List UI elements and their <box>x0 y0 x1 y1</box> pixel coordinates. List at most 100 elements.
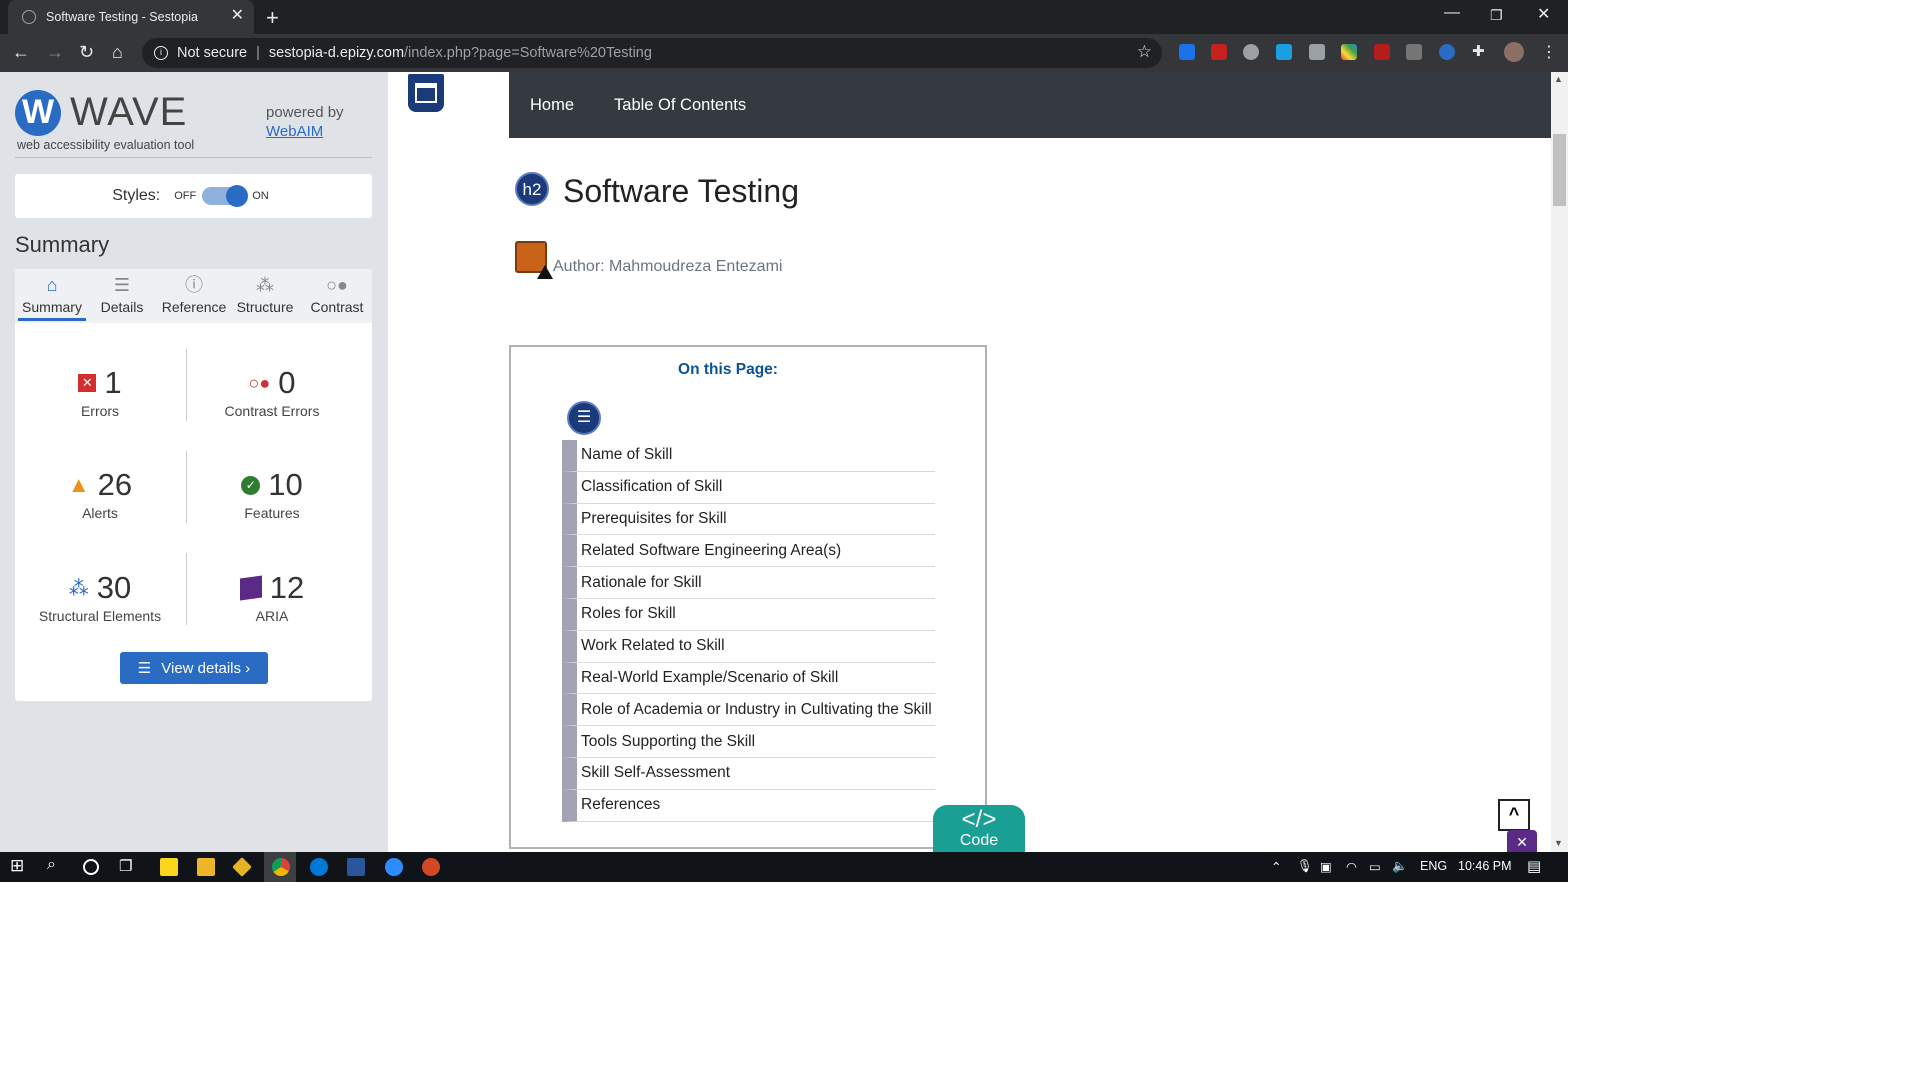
color-extension-icon[interactable] <box>1341 44 1357 60</box>
tab-label: Details <box>100 299 144 315</box>
close-badge-icon[interactable]: ✕ <box>1507 830 1537 852</box>
search-icon[interactable]: ⌕ <box>47 856 65 874</box>
tab-structure[interactable]: ⁂ Structure <box>233 269 297 321</box>
toc-list: Name of Skill Classification of Skill Pr… <box>562 440 935 822</box>
window-extension-icon[interactable] <box>1276 44 1292 60</box>
scroll-down-icon[interactable]: ▼ <box>1554 838 1563 848</box>
close-window-icon[interactable]: ✕ <box>1537 4 1550 24</box>
toc-item[interactable]: Role of Academia or Industry in Cultivat… <box>562 694 935 727</box>
tab-reference[interactable]: ⓘ Reference <box>158 269 230 321</box>
aria-label: ARIA <box>255 608 289 624</box>
close-tab-icon[interactable]: ✕ <box>231 8 244 24</box>
toc-item[interactable]: References <box>562 789 935 822</box>
volume-icon[interactable]: 🔈 <box>1392 859 1408 874</box>
notifications-icon[interactable]: ▤ <box>1527 857 1541 875</box>
browser-tab[interactable]: Software Testing - Sestopia ✕ <box>8 0 254 34</box>
structure-icon: ⁂ <box>68 577 89 600</box>
toc-item[interactable]: Skill Self-Assessment <box>562 757 935 790</box>
windows-start-icon[interactable]: ⊞ <box>10 856 28 875</box>
menu-icon[interactable]: ⋮ <box>1541 43 1557 63</box>
toc-item[interactable]: Real-World Example/Scenario of Skill <box>562 662 935 695</box>
zoom-icon[interactable] <box>385 858 403 876</box>
reload-icon[interactable]: ↻ <box>79 42 94 62</box>
styles-label: Styles: <box>112 187 161 204</box>
nav-home-link[interactable]: Home <box>530 96 574 115</box>
new-tab-button[interactable]: + <box>266 5 279 31</box>
translate-extension-icon[interactable] <box>1406 44 1422 60</box>
features-count: 10 <box>268 467 303 502</box>
aria-stat[interactable]: 12 ARIA <box>187 570 357 624</box>
tab-label: Contrast <box>310 299 364 315</box>
contrast-errors-count: 0 <box>278 365 296 400</box>
tab-details[interactable]: ☰ Details <box>91 269 153 321</box>
sticky-notes-icon[interactable] <box>160 858 178 876</box>
toc-item[interactable]: Classification of Skill <box>562 471 935 504</box>
home-icon[interactable]: ⌂ <box>112 42 123 62</box>
word-icon[interactable] <box>347 858 365 876</box>
features-stat[interactable]: ✓ 10 Features <box>187 467 357 521</box>
bookmark-star-icon[interactable]: ☆ <box>1137 42 1152 62</box>
toc-item[interactable]: Rationale for Skill <box>562 567 935 599</box>
page-scrollbar[interactable]: ▲ ▼ <box>1551 72 1568 852</box>
divider <box>15 157 372 158</box>
task-view-icon[interactable]: ❐ <box>119 857 137 875</box>
forward-icon[interactable]: → <box>46 42 64 62</box>
tab-summary[interactable]: ⌂ Summary <box>18 269 86 321</box>
styles-toggle[interactable] <box>202 185 249 207</box>
scroll-up-icon[interactable]: ▲ <box>1554 74 1563 84</box>
info-icon[interactable]: i <box>154 46 168 60</box>
edge-icon[interactable] <box>310 858 328 876</box>
tray-chevron-icon[interactable]: ⌃ <box>1271 859 1281 874</box>
list-badge-icon[interactable]: ☰ <box>567 401 601 435</box>
toc-item[interactable]: Roles for Skill <box>562 598 935 631</box>
scroll-top-button[interactable]: ^ <box>1498 799 1530 831</box>
adblock-icon[interactable] <box>1211 44 1227 60</box>
pdf-extension-icon[interactable] <box>1374 44 1390 60</box>
toc-item[interactable]: Prerequisites for Skill <box>562 503 935 536</box>
alert-paragraph-icon[interactable] <box>515 241 553 279</box>
extension-icon[interactable] <box>1179 44 1195 60</box>
file-explorer-icon[interactable] <box>197 858 215 876</box>
back-icon[interactable]: ← <box>12 42 30 62</box>
powerpoint-icon[interactable] <box>422 858 440 876</box>
errors-stat[interactable]: ✕ 1 Errors <box>15 365 185 419</box>
cortana-icon[interactable] <box>83 859 99 875</box>
tab-contrast[interactable]: ○● Contrast <box>305 269 369 321</box>
wifi-icon[interactable]: ◠ <box>1346 859 1357 874</box>
toc-item[interactable]: Tools Supporting the Skill <box>562 726 935 758</box>
profile-avatar[interactable] <box>1504 42 1524 62</box>
clock-time[interactable]: 10:46 PM <box>1458 859 1512 873</box>
view-details-button[interactable]: ☰ View details › <box>120 652 268 684</box>
tab-title: Software Testing - Sestopia <box>46 10 198 24</box>
h2-badge-icon[interactable]: h2 <box>515 172 549 206</box>
contrast-errors-stat[interactable]: ○● 0 Contrast Errors <box>187 365 357 419</box>
battery-icon[interactable]: ▭ <box>1369 859 1381 874</box>
toc-item[interactable]: Related Software Engineering Area(s) <box>562 535 935 568</box>
html-element-icon[interactable] <box>408 74 444 112</box>
camera-extension-icon[interactable] <box>1309 44 1325 60</box>
minimize-icon[interactable]: — <box>1444 4 1460 22</box>
structural-label: Structural Elements <box>38 608 162 624</box>
nav-toc-link[interactable]: Table Of Contents <box>614 96 746 115</box>
toc-item[interactable]: Name of Skill <box>562 440 935 472</box>
contrast-error-icon: ○● <box>248 372 271 393</box>
chrome-icon[interactable] <box>272 858 290 876</box>
app-icon[interactable] <box>232 857 252 877</box>
errors-label: Errors <box>80 403 120 419</box>
author-text: Author: Mahmoudreza Entezami <box>553 258 783 275</box>
puzzle-icon[interactable]: ✚ <box>1472 42 1488 60</box>
scroll-thumb[interactable] <box>1553 134 1566 206</box>
toc-item[interactable]: Work Related to Skill <box>562 630 935 663</box>
wave-extension-icon[interactable] <box>1439 44 1455 60</box>
tray-app-icon[interactable]: ▣ <box>1320 859 1332 874</box>
webaim-link[interactable]: WebAIM <box>266 123 323 140</box>
omnibox[interactable]: i Not secure | sestopia-d.epizy.com/inde… <box>142 38 1162 68</box>
restore-icon[interactable]: ❐ <box>1490 7 1503 24</box>
microphone-icon[interactable]: 🎙 <box>1297 859 1313 874</box>
alerts-stat[interactable]: ▲ 26 Alerts <box>15 467 185 521</box>
bulb-extension-icon[interactable] <box>1243 44 1259 60</box>
structural-count: 30 <box>96 570 132 605</box>
code-button[interactable]: </> Code <box>933 805 1025 852</box>
structural-stat[interactable]: ⁂ 30 Structural Elements <box>15 570 185 624</box>
language-indicator[interactable]: ENG <box>1420 859 1447 873</box>
